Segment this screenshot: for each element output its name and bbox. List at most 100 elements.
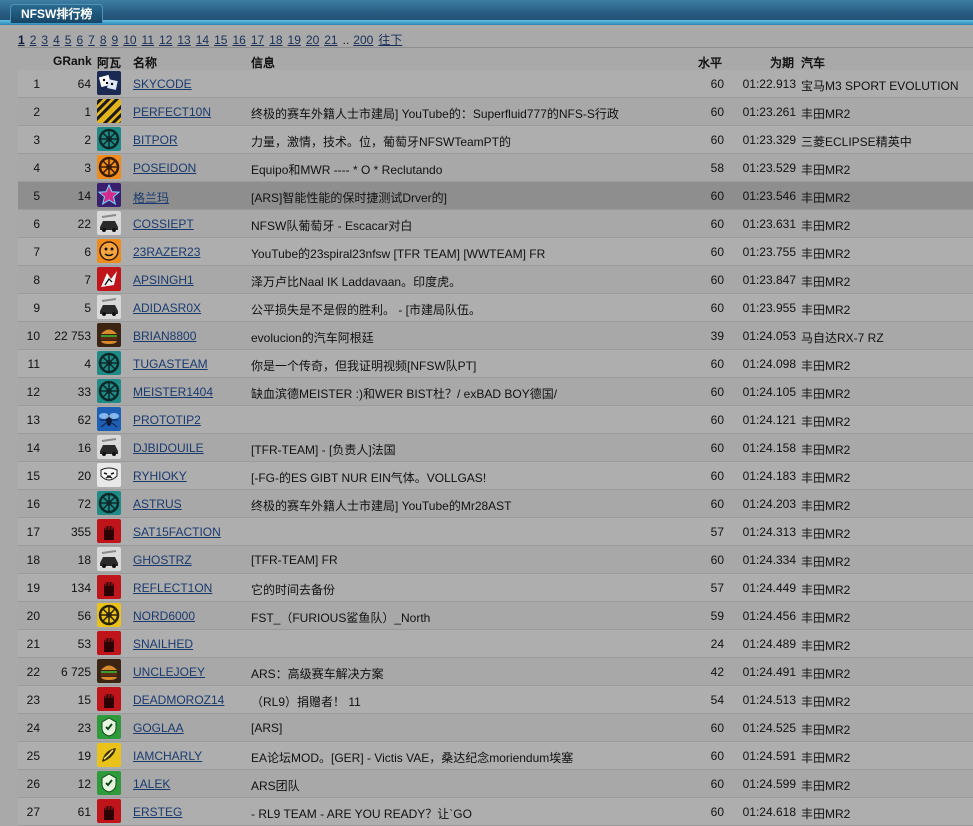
player-name-link[interactable]: COSSIEPT [133,217,194,231]
player-name-link[interactable]: APSINGH1 [133,273,194,287]
page-link-2[interactable]: 2 [30,33,37,47]
rank-cell: 12 [26,385,40,399]
player-name-link[interactable]: SNAILHED [133,637,193,651]
wheel-teal-icon [97,379,121,403]
level-cell: 60 [710,805,724,819]
grank-cell: 19 [77,749,91,763]
table-row: 25 19 IAMCHARLY EA论坛MOD。[GER] - Victis VAE，… [18,742,973,770]
table-row: 20 56 NORD6000 FST_（FURIOUS鲨鱼队）_North 59 01:2… [18,602,973,630]
page-link-15[interactable]: 15 [214,33,227,47]
page-link-16[interactable]: 16 [232,33,245,47]
page-link-last[interactable]: 200 [353,33,373,47]
car-white-icon [97,547,121,571]
page-link-7[interactable]: 7 [88,33,95,47]
page-link-11[interactable]: 11 [142,33,154,47]
player-name-link[interactable]: NORD6000 [133,609,195,623]
page-link-20[interactable]: 20 [306,33,319,47]
player-name-link[interactable]: TUGASTEAM [133,357,208,371]
table-row: 10 22 753 BRIAN8800 evolucion的汽车阿根廷 39 01:24.… [18,322,973,350]
player-name-link[interactable]: GHOSTRZ [133,553,192,567]
page-link-3[interactable]: 3 [41,33,48,47]
table-row: 18 18 GHOSTRZ [TFR-TEAM] FR 60 01:24.334 丰田MR2 [18,546,973,574]
page-link-21[interactable]: 21 [324,33,337,47]
page-link-12[interactable]: 12 [159,33,172,47]
grank-cell: 22 753 [54,329,91,343]
page-link-9[interactable]: 9 [112,33,119,47]
table-row: 7 6 23RAZER23 YouTube的23spiral23nfsw [TFR T… [18,238,973,266]
player-name-link[interactable]: BITPOR [133,133,178,147]
car-cell: 丰田MR2 [801,807,851,821]
info-cell: [ARS]智能性能的保时捷测试Drver的] [251,191,448,205]
page-link-1[interactable]: 1 [18,33,25,47]
player-name-link[interactable]: SAT15FACTION [133,525,221,539]
car-cell: 丰田MR2 [801,751,851,765]
rank-cell: 5 [33,189,40,203]
car-cell: 丰田MR2 [801,191,851,205]
grank-cell: 6 725 [60,665,91,679]
info-cell: NFSW队葡萄牙 - Escacar对白 [251,219,413,233]
player-name-link[interactable]: ASTRUS [133,497,182,511]
player-name-link[interactable]: PROTOTIP2 [133,413,201,427]
time-cell: 01:23.529 [742,161,796,175]
player-name-link[interactable]: 1ALEK [133,777,170,791]
player-name-link[interactable]: POSEIDON [133,161,196,175]
page-link-5[interactable]: 5 [65,33,72,47]
col-header-time: 为期 [770,56,795,70]
grank-cell: 7 [84,273,91,287]
page-link-19[interactable]: 19 [288,33,301,47]
face-orange-icon [97,239,121,263]
player-name-link[interactable]: IAMCHARLY [133,749,202,763]
wheel-teal-icon [97,351,121,375]
level-cell: 60 [710,189,724,203]
page-link-6[interactable]: 6 [76,33,83,47]
info-cell: 你是一个传奇，但我证明视频[NFSW队PT] [251,359,477,373]
hazard-stripe-icon [97,99,121,123]
page-link-10[interactable]: 10 [123,33,136,47]
player-name-link[interactable]: DJBIDOUILE [133,441,204,455]
table-row: 6 22 COSSIEPT NFSW队葡萄牙 - Escacar对白 60 01:23.6… [18,210,973,238]
level-cell: 60 [710,301,724,315]
table-row: 4 3 POSEIDON Equipo和MWR ---- * O * Reclutan… [18,154,973,182]
wheel-teal-icon [97,491,121,515]
player-name-link[interactable]: PERFECT10N [133,105,211,119]
page-link-8[interactable]: 8 [100,33,107,47]
time-cell: 01:23.755 [742,245,796,259]
rank-cell: 24 [26,721,40,735]
table-row: 11 4 TUGASTEAM 你是一个传奇，但我证明视频[NFSW队PT] 60 01:2… [18,350,973,378]
table-header: GRank 阿瓦 名称 信息 水平 为期 汽车 [18,52,973,70]
player-name-link[interactable]: UNCLEJOEY [133,665,205,679]
player-name-link[interactable]: REFLECT1ON [133,581,212,595]
rank-cell: 15 [26,469,40,483]
car-white-icon [97,295,121,319]
page-link-17[interactable]: 17 [251,33,264,47]
table-row: 2 1 PERFECT10N 终极的赛车外籍人士市建局] YouTube的：Super… [18,98,973,126]
player-name-link[interactable]: GOGLAA [133,721,184,735]
page-link-18[interactable]: 18 [269,33,282,47]
player-name-link[interactable]: MEISTER1404 [133,385,213,399]
player-name-link[interactable]: BRIAN8800 [133,329,196,343]
divider [18,47,973,48]
player-name-link[interactable]: ERSTEG [133,805,182,819]
player-name-link[interactable]: RYHIOKY [133,469,187,483]
page-link-14[interactable]: 14 [196,33,209,47]
info-cell: 公平损失是不是假的胜利。 - [市建局队伍。 [251,303,481,317]
time-cell: 01:23.847 [742,273,796,287]
player-name-link[interactable]: 23RAZER23 [133,245,200,259]
car-cell: 丰田MR2 [801,555,851,569]
fly-icon [97,407,121,431]
player-name-link[interactable]: ADIDASR0X [133,301,201,315]
page-title: NFSW排行榜 [10,4,104,23]
yellow-emblem-icon [97,743,121,767]
player-name-link[interactable]: 格兰玛 [133,189,169,206]
page-link-13[interactable]: 13 [177,33,190,47]
grank-cell: 5 [84,301,91,315]
next-page-link[interactable]: 往下 [378,33,402,47]
player-name-link[interactable]: DEADMOROZ14 [133,693,224,707]
rank-cell: 14 [26,441,40,455]
level-cell: 59 [710,609,724,623]
grank-cell: 355 [70,525,91,539]
page-link-4[interactable]: 4 [53,33,60,47]
level-cell: 60 [710,749,724,763]
time-cell: 01:24.053 [742,329,796,343]
player-name-link[interactable]: SKYCODE [133,77,192,91]
